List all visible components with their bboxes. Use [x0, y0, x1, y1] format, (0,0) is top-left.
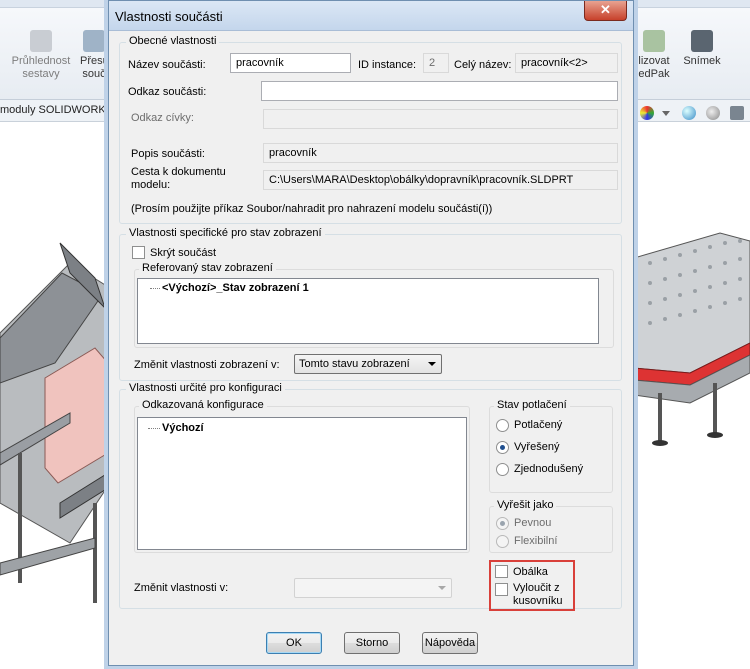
display-state-legend: Vlastnosti specifické pro stav zobrazení: [126, 227, 325, 239]
chevron-down-icon: [438, 586, 446, 590]
tree-connector: [148, 428, 160, 429]
display-state-item-rest: _Stav zobrazení 1: [216, 282, 309, 294]
full-name-label: Celý název:: [454, 59, 512, 71]
component-name-label: Název součásti:: [128, 59, 206, 71]
transparency-tool[interactable]: Průhlednost sestavy: [6, 30, 76, 81]
referenced-config-legend: Odkazovaná konfigurace: [139, 399, 267, 411]
transparency-label: Průhlednost sestavy: [11, 55, 71, 80]
change-config-select[interactable]: [294, 578, 452, 598]
suppressed-label: Potlačený: [514, 419, 563, 431]
component-reference-field[interactable]: [261, 81, 618, 101]
referenced-state-group: Referovaný stav zobrazení <Výchozí>_Stav…: [134, 262, 614, 348]
exclude-from-bom-label: Vyloučit z: [513, 582, 560, 594]
display-state-item-bold: <Výchozí>: [162, 282, 217, 294]
display-state-list[interactable]: <Výchozí>_Stav zobrazení 1: [137, 278, 599, 344]
scene-icon[interactable]: [682, 106, 696, 120]
monitor-icon[interactable]: [730, 106, 744, 120]
general-properties-legend: Obecné vlastnosti: [126, 35, 220, 47]
replace-hint-text: (Prosím použijte příkaz Soubor/nahradit …: [131, 203, 493, 215]
configuration-list[interactable]: Výchozí: [137, 417, 467, 550]
appearance-icon[interactable]: [640, 106, 654, 120]
suppression-state-group: Stav potlačení Potlačený Vyřešený Zjedno…: [489, 399, 613, 493]
component-description-label: Popis součásti:: [131, 148, 205, 160]
model-path-label: Cesta k dokumentu: [131, 166, 226, 178]
general-properties-group: Obecné vlastnosti Název součásti: pracov…: [119, 35, 622, 224]
close-icon: ✕: [600, 2, 611, 17]
flexible-label: Flexibilní: [514, 535, 558, 547]
component-reference-label: Odkaz součásti:: [128, 86, 207, 98]
suppression-state-legend: Stav potlačení: [494, 399, 570, 411]
camera-icon: [691, 30, 713, 52]
dropdown-icon[interactable]: [662, 111, 670, 117]
configuration-item-default[interactable]: Výchozí: [162, 422, 204, 434]
display-state-item[interactable]: <Výchozí>_Stav zobrazení 1: [162, 282, 309, 294]
display-state-group: Vlastnosti specifické pro stav zobrazení…: [119, 227, 622, 381]
chevron-down-icon: [428, 362, 436, 366]
move-tool[interactable]: Přesu souč: [80, 30, 108, 81]
model-path-field: C:\Users\MARA\Desktop\obálky\dopravník\p…: [263, 170, 618, 190]
solve-as-legend: Vyřešit jako: [494, 499, 557, 511]
suppressed-radio[interactable]: [496, 419, 509, 432]
component-name-field[interactable]: pracovník: [230, 53, 351, 73]
tree-connector: [150, 288, 160, 289]
dialog-content: Obecné vlastnosti Název součásti: pracov…: [115, 32, 627, 665]
instance-id-label: ID instance:: [358, 59, 417, 71]
move-label: Přesu souč: [80, 55, 108, 80]
hide-component-label: Skrýt součást: [150, 247, 217, 259]
rigid-label: Pevnou: [514, 517, 552, 529]
envelope-checkbox[interactable]: [495, 565, 508, 578]
envelope-label: Obálka: [513, 566, 548, 578]
ok-button[interactable]: OK: [266, 632, 322, 654]
solve-as-group: Vyřešit jako Pevnou Flexibilní: [489, 499, 613, 553]
change-display-select[interactable]: Tomto stavu zobrazení: [294, 354, 442, 374]
configuration-legend: Vlastnosti určité pro konfiguraci: [126, 382, 285, 394]
resolved-radio[interactable]: [496, 441, 509, 454]
exclude-from-bom-label-2: kusovníku: [513, 595, 563, 607]
rigid-radio[interactable]: [496, 517, 509, 530]
display-settings-icon[interactable]: [706, 106, 720, 120]
coil-reference-field: [263, 109, 618, 129]
referenced-config-group: Odkazovaná konfigurace Výchozí: [134, 399, 470, 553]
model-path-label-2: modelu:: [131, 179, 171, 191]
snapshot-label: Snímek: [683, 55, 721, 67]
dialog-titlebar[interactable]: Vlastnosti součásti ✕: [109, 1, 633, 31]
snapshot-tool[interactable]: Snímek: [680, 30, 724, 68]
close-button[interactable]: ✕: [584, 1, 627, 21]
hide-component-checkbox[interactable]: [132, 246, 145, 259]
cancel-button[interactable]: Storno: [344, 632, 400, 654]
move-icon: [83, 30, 105, 52]
component-properties-dialog: Vlastnosti součásti ✕ Obecné vlastnosti …: [108, 0, 634, 666]
simplified-radio[interactable]: [496, 463, 509, 476]
help-button[interactable]: Nápověda: [422, 632, 478, 654]
instance-id-field: 2: [423, 53, 449, 73]
visualize-tool[interactable]: lizovat edPak: [634, 30, 674, 81]
coil-reference-label: Odkaz cívky:: [131, 112, 194, 124]
transparency-icon: [30, 30, 52, 52]
dialog-title: Vlastnosti součásti: [115, 9, 223, 24]
referenced-state-legend: Referovaný stav zobrazení: [139, 262, 276, 274]
visualize-label: lizovat edPak: [638, 55, 670, 80]
change-display-label: Změnit vlastnosti zobrazení v:: [134, 359, 280, 371]
resolved-label: Vyřešený: [514, 441, 560, 453]
flexible-radio[interactable]: [496, 535, 509, 548]
configuration-group: Vlastnosti určité pro konfiguraci Odkazo…: [119, 382, 622, 611]
tab-solidworks-modules[interactable]: moduly SOLIDWORKS: [0, 104, 113, 116]
change-display-value: Tomto stavu zobrazení: [299, 358, 410, 370]
simplified-label: Zjednodušený: [514, 463, 584, 475]
visualize-icon: [643, 30, 665, 52]
component-description-field: pracovník: [263, 143, 618, 163]
exclude-from-bom-checkbox[interactable]: [495, 583, 508, 596]
view-toolbar: [636, 106, 750, 124]
change-config-label: Změnit vlastnosti v:: [134, 582, 229, 594]
full-name-field: pracovník<2>: [515, 53, 618, 73]
